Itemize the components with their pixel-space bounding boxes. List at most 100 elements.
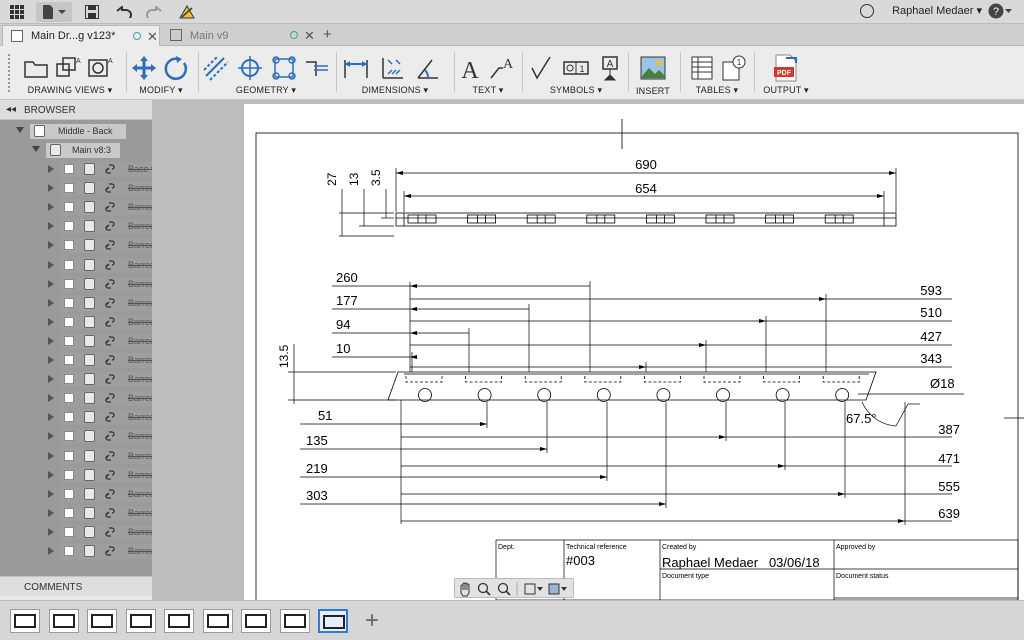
close-tab-icon[interactable]: ✕: [147, 29, 158, 45]
sheet-thumbnail[interactable]: [164, 609, 194, 633]
expand-icon[interactable]: [48, 356, 54, 364]
apps-grid-icon[interactable]: [6, 2, 28, 22]
visibility-checkbox[interactable]: [64, 221, 74, 232]
expand-icon[interactable]: [48, 547, 54, 555]
sheet-thumbnail[interactable]: [125, 609, 156, 633]
visibility-checkbox[interactable]: [64, 431, 74, 442]
visibility-checkbox[interactable]: [64, 412, 74, 423]
new-tab-button[interactable]: +: [323, 26, 332, 43]
text-icon[interactable]: A: [456, 54, 484, 82]
pan-icon[interactable]: [460, 582, 470, 597]
expand-icon[interactable]: [48, 413, 54, 422]
expand-icon[interactable]: [48, 527, 54, 536]
detail-view-icon[interactable]: A: [86, 54, 114, 82]
expand-icon[interactable]: [48, 203, 54, 212]
visibility-checkbox[interactable]: [64, 240, 74, 251]
sheet-thumbnail[interactable]: [279, 609, 310, 633]
leader-icon[interactable]: A: [488, 54, 516, 82]
edge-extension-icon[interactable]: [302, 54, 330, 82]
ordinate-dimension-icon[interactable]: [378, 54, 406, 82]
offline-warning-icon[interactable]: [176, 2, 198, 22]
sheet-thumbnail[interactable]: [48, 609, 79, 633]
expand-icon[interactable]: [48, 470, 54, 479]
geometry-label[interactable]: GEOMETRY ▾: [202, 85, 330, 96]
visibility-checkbox[interactable]: [64, 297, 74, 308]
centerline-icon[interactable]: [202, 54, 230, 82]
expand-icon[interactable]: [48, 375, 54, 384]
table-icon[interactable]: [688, 54, 716, 82]
balloon-icon[interactable]: 1: [720, 54, 748, 82]
add-sheet-button[interactable]: +: [358, 609, 386, 633]
tab-main-v9[interactable]: Main v9 ✕: [162, 25, 318, 46]
history-clock-icon[interactable]: [860, 4, 874, 18]
visibility-checkbox[interactable]: [64, 202, 74, 213]
expand-icon[interactable]: [48, 336, 54, 345]
visibility-checkbox[interactable]: [64, 450, 74, 461]
redo-icon[interactable]: [144, 2, 164, 22]
grid-settings-icon[interactable]: [548, 583, 567, 595]
expand-icon[interactable]: [48, 279, 54, 288]
tables-label[interactable]: TABLES ▾: [684, 85, 750, 96]
expand-icon[interactable]: [48, 165, 54, 173]
user-menu[interactable]: Raphael Medaer ▾: [892, 4, 982, 17]
sheet-thumbnail[interactable]: [241, 609, 271, 633]
expand-icon[interactable]: [48, 317, 54, 326]
drawing-canvas[interactable]: 690 654 27 13 3.5 260 177 94 10 593 510 427 343…: [152, 100, 1024, 600]
visibility-checkbox[interactable]: [64, 278, 74, 289]
collapse-panel-icon[interactable]: ◂◂: [6, 104, 16, 115]
visibility-checkbox[interactable]: [64, 507, 74, 518]
datum-identifier-icon[interactable]: A: [596, 54, 624, 82]
center-mark-icon[interactable]: [236, 54, 264, 82]
insert-image-icon[interactable]: [639, 54, 667, 82]
base-view-icon[interactable]: [22, 54, 50, 82]
text-label[interactable]: TEXT ▾: [456, 85, 520, 96]
rotate-icon[interactable]: [162, 54, 190, 82]
undo-icon[interactable]: [114, 2, 134, 22]
visibility-checkbox[interactable]: [64, 526, 74, 537]
output-label[interactable]: OUTPUT ▾: [758, 85, 814, 96]
projected-view-icon[interactable]: A: [54, 54, 82, 82]
visibility-checkbox[interactable]: [64, 374, 74, 385]
help-icon[interactable]: ?: [988, 3, 1012, 22]
drawing-views-label[interactable]: DRAWING VIEWS ▾: [20, 85, 120, 96]
feature-control-frame-icon[interactable]: 1: [562, 54, 590, 82]
expand-icon[interactable]: [48, 508, 54, 517]
visibility-checkbox[interactable]: [64, 355, 74, 365]
expand-icon[interactable]: [48, 260, 54, 269]
zoom-icon[interactable]: [477, 582, 491, 596]
expand-icon[interactable]: [48, 222, 54, 231]
dimension-icon[interactable]: [342, 54, 370, 82]
expand-icon[interactable]: [48, 184, 54, 193]
symbols-label[interactable]: SYMBOLS ▾: [526, 85, 626, 96]
visibility-checkbox[interactable]: [64, 393, 74, 404]
pdf-export-icon[interactable]: PDF: [772, 54, 800, 82]
sheet-thumbnail[interactable]: [10, 609, 40, 633]
display-settings-icon[interactable]: [524, 583, 543, 595]
expand-icon[interactable]: [32, 146, 40, 152]
expand-icon[interactable]: [48, 394, 54, 403]
expand-icon[interactable]: [48, 451, 54, 460]
visibility-checkbox[interactable]: [64, 259, 74, 270]
angular-dimension-icon[interactable]: [414, 54, 442, 82]
file-menu-button[interactable]: [36, 2, 72, 22]
sheet-thumbnail[interactable]: [87, 609, 117, 633]
expand-icon[interactable]: [48, 241, 54, 250]
visibility-checkbox[interactable]: [64, 546, 74, 556]
expand-icon[interactable]: [16, 127, 24, 133]
insert-label[interactable]: INSERT: [630, 86, 676, 96]
expand-icon[interactable]: [48, 489, 54, 498]
sheet-thumbnail[interactable]: [318, 609, 348, 633]
center-mark-pattern-icon[interactable]: [270, 54, 298, 82]
visibility-checkbox[interactable]: [64, 183, 74, 194]
visibility-checkbox[interactable]: [64, 469, 74, 480]
surface-texture-icon[interactable]: [528, 54, 556, 82]
close-tab-icon[interactable]: ✕: [304, 28, 315, 44]
expand-icon[interactable]: [48, 298, 54, 307]
zoom-window-icon[interactable]: [497, 582, 511, 596]
dimensions-label[interactable]: DIMENSIONS ▾: [340, 85, 450, 96]
visibility-checkbox[interactable]: [64, 316, 74, 327]
modify-label[interactable]: MODIFY ▾: [130, 85, 192, 96]
tab-main-drawing[interactable]: Main Dr...g v123* ✕: [2, 25, 160, 46]
visibility-checkbox[interactable]: [64, 164, 74, 174]
visibility-checkbox[interactable]: [64, 335, 74, 346]
